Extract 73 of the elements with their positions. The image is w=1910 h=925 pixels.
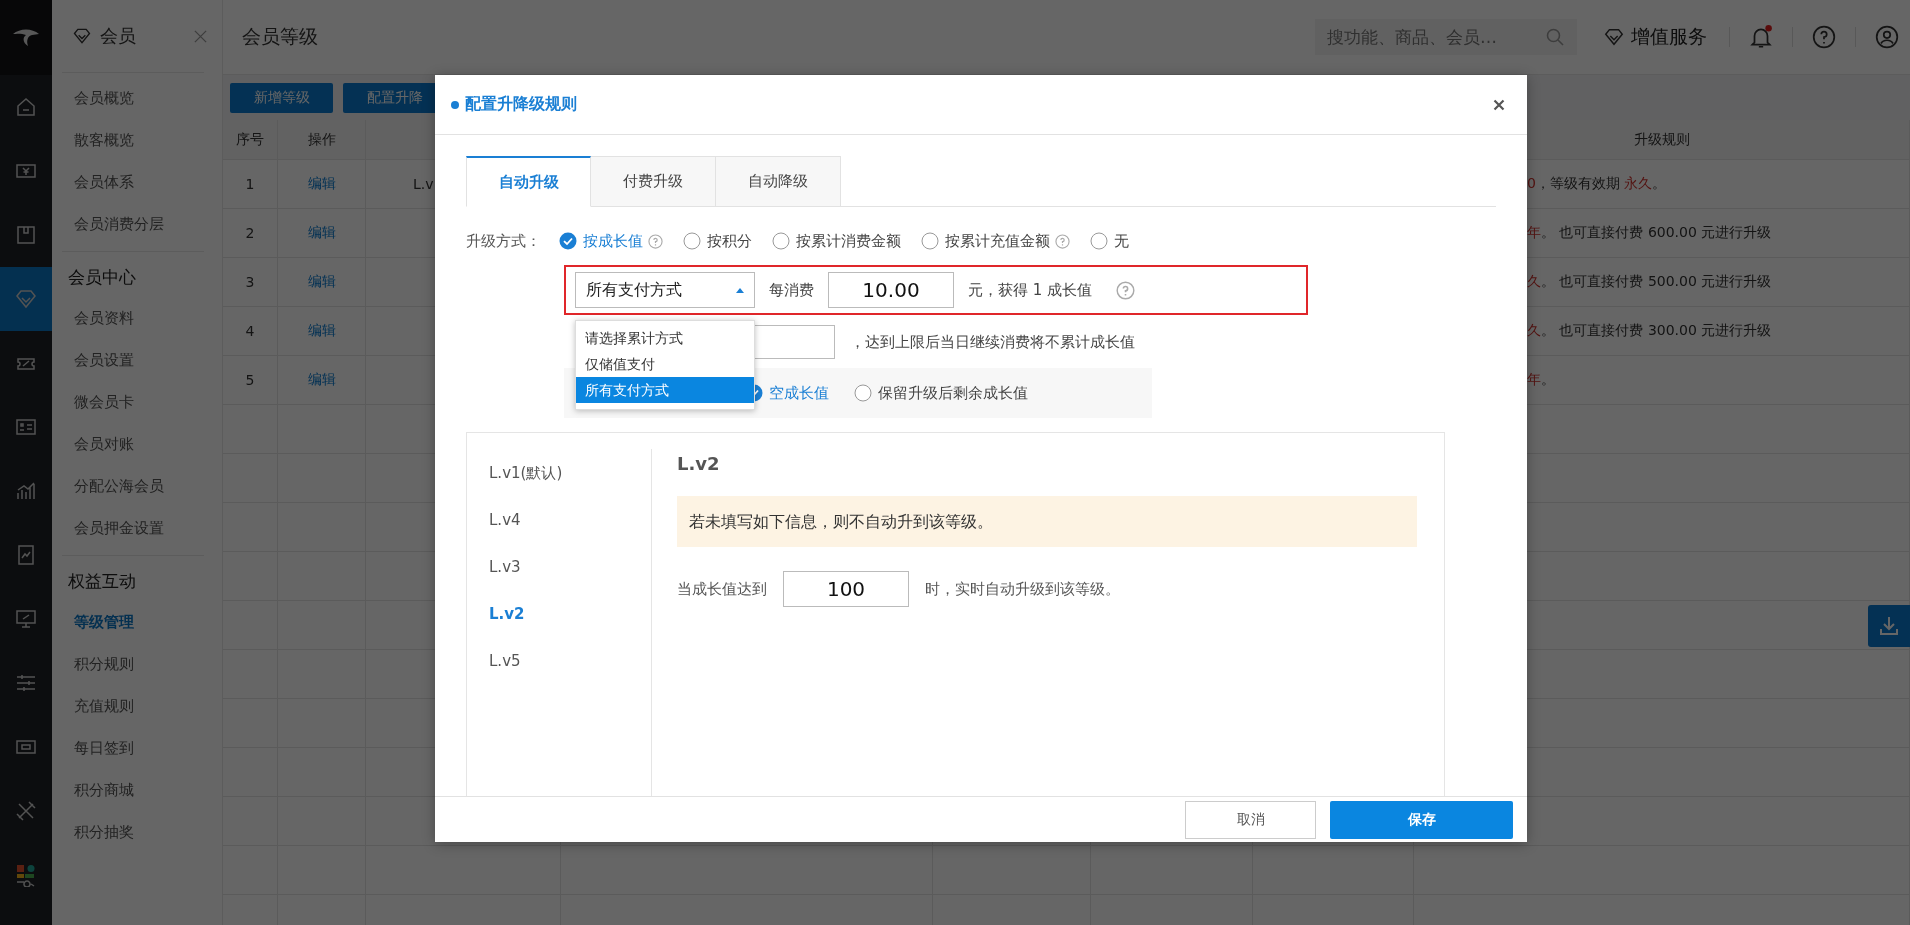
tab[interactable]: 自动升级: [466, 156, 591, 207]
level-item[interactable]: L.v2: [489, 594, 651, 641]
radio-label[interactable]: 按累计充值金额: [945, 231, 1050, 251]
field-hint: ，达到上限后当日继续消费将不累计成长值: [850, 332, 1135, 352]
table-cell: 年。 也可直接付费 600.00 元进行升级: [1527, 224, 1772, 242]
sidebar-item[interactable]: 积分商城: [62, 769, 204, 811]
level-title: L.v2: [677, 453, 721, 474]
value-service-button[interactable]: 增值服务: [1599, 24, 1711, 50]
sidebar-heading: 会员中心: [67, 266, 137, 289]
sidebar-item[interactable]: 每日签到: [62, 727, 204, 769]
sidebar-heading: 权益互动: [67, 570, 137, 593]
sidebar-item[interactable]: 会员设置: [62, 339, 204, 381]
sidebar-item[interactable]: 散客概览: [62, 119, 204, 161]
sidebar-item[interactable]: 分配公海会员: [62, 465, 204, 507]
table-cell: 5: [245, 372, 255, 388]
level-item[interactable]: L.v5: [489, 641, 651, 688]
dropdown-option[interactable]: 请选择累计方式: [576, 325, 754, 351]
level-item[interactable]: L.v4: [489, 500, 651, 547]
table-cell: 3: [245, 274, 255, 290]
table-cell: L.v: [413, 176, 434, 192]
sidebar-item[interactable]: 等级管理: [62, 601, 204, 643]
save-button[interactable]: 保存: [1330, 800, 1513, 839]
notice-banner: 若未填写如下信息，则不自动升到该等级。: [677, 496, 1417, 547]
column-header: 序号: [236, 130, 264, 149]
edit-link[interactable]: 编辑: [307, 273, 336, 291]
table-cell: 4: [245, 323, 255, 339]
sidebar-item[interactable]: 充值规则: [62, 685, 204, 727]
radio-label[interactable]: 空成长值: [769, 383, 829, 403]
column-header: 操作: [307, 130, 336, 149]
table-cell: 1: [245, 176, 255, 192]
table-cell: 久。 也可直接付费 300.00 元进行升级: [1527, 322, 1772, 340]
sidebar-item[interactable]: 会员消费分层: [62, 203, 204, 245]
sidebar-item[interactable]: 会员押金设置: [62, 507, 204, 549]
edit-link[interactable]: 编辑: [307, 224, 336, 242]
sidebar-title: 会员: [100, 24, 137, 48]
sidebar-item[interactable]: 会员体系: [62, 161, 204, 203]
radio-label[interactable]: 保留升级后剩余成长值: [878, 383, 1028, 403]
field-hint: 时，实时自动升级到该等级。: [925, 579, 1120, 599]
radio-label[interactable]: 按成长值: [583, 231, 643, 251]
table-cell: 2: [245, 225, 255, 241]
cancel-button[interactable]: 取消: [1185, 800, 1316, 839]
table-cell: 0，等级有效期 永久。: [1527, 175, 1667, 193]
page-title: 会员等级: [242, 24, 319, 49]
payment-select[interactable]: 所有支付方式: [575, 272, 755, 308]
level-item[interactable]: L.v3: [489, 547, 651, 594]
dialog-title: 配置升降级规则: [465, 94, 578, 115]
sidebar-item[interactable]: 积分规则: [62, 643, 204, 685]
radio-label[interactable]: 按积分: [707, 231, 752, 251]
column-header: 升级规则: [1633, 130, 1690, 149]
field-label: 当成长值达到: [677, 579, 767, 599]
dropdown-option[interactable]: 所有支付方式: [576, 377, 754, 403]
toolbar-button[interactable]: 新增等级: [230, 82, 333, 113]
table-cell: 久。 也可直接付费 500.00 元进行升级: [1527, 273, 1772, 291]
edit-link[interactable]: 编辑: [307, 175, 336, 193]
radio-label[interactable]: 无: [1114, 231, 1129, 251]
field-label: 升级方式：: [466, 231, 541, 251]
table-cell: 年。: [1527, 371, 1555, 389]
amount-field[interactable]: 10.00: [828, 272, 954, 308]
edit-link[interactable]: 编辑: [307, 371, 336, 389]
sidebar-item[interactable]: 会员概览: [62, 77, 204, 119]
field-label: 每消费: [769, 280, 814, 300]
sidebar-item[interactable]: 微会员卡: [62, 381, 204, 423]
tab[interactable]: 自动降级: [716, 156, 841, 207]
level-item[interactable]: L.v1(默认): [489, 453, 651, 500]
sidebar-item[interactable]: 会员对账: [62, 423, 204, 465]
sidebar-item[interactable]: 会员资料: [62, 297, 204, 339]
dropdown-option[interactable]: 仅储值支付: [576, 351, 754, 377]
threshold-field[interactable]: 100: [783, 571, 909, 607]
sidebar-item[interactable]: 积分抽奖: [62, 811, 204, 853]
radio-label[interactable]: 按累计消费金额: [796, 231, 901, 251]
edit-link[interactable]: 编辑: [307, 322, 336, 340]
tab[interactable]: 付费升级: [591, 156, 716, 207]
field-hint: 元，获得 1 成长值: [968, 280, 1093, 300]
